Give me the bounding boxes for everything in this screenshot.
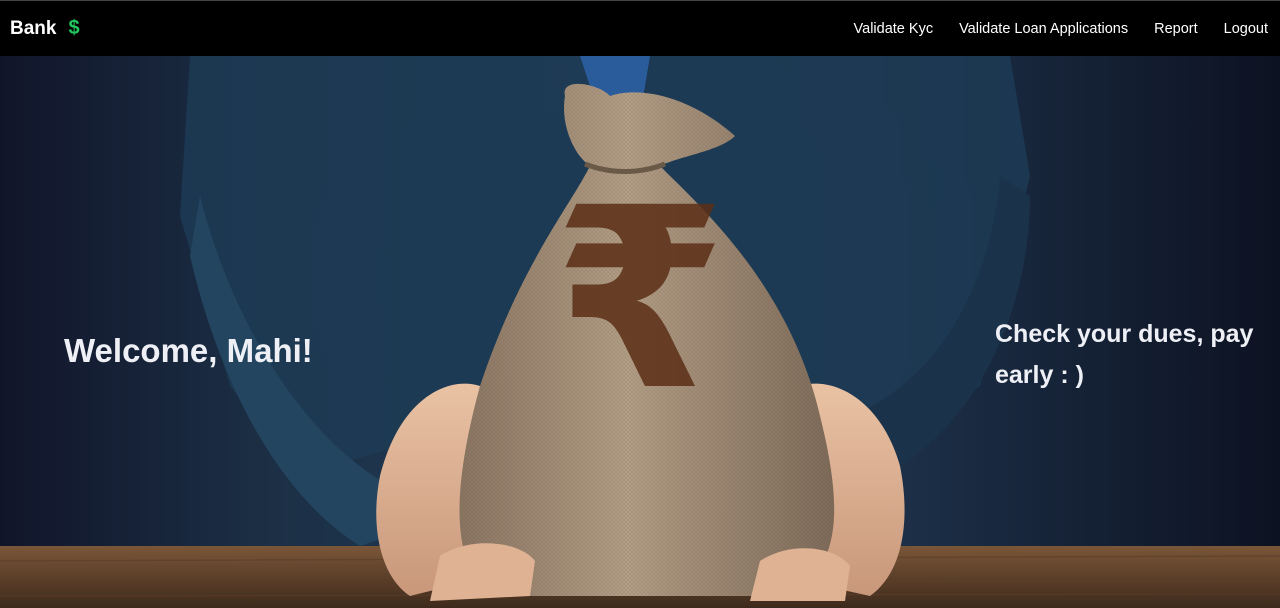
nav-validate-kyc[interactable]: Validate Kyc	[854, 21, 934, 37]
hero-banner: ₹ Welcome, Mahi! Check your dues, pay ea…	[0, 56, 1280, 608]
nav-validate-loan-applications[interactable]: Validate Loan Applications	[959, 21, 1128, 37]
rupee-icon: ₹	[553, 154, 727, 445]
nav-report[interactable]: Report	[1154, 21, 1198, 37]
dollar-icon: $	[68, 17, 80, 39]
brand-name: Bank	[10, 17, 57, 39]
nav-logout[interactable]: Logout	[1224, 21, 1268, 37]
brand-link[interactable]: Bank $	[10, 17, 80, 40]
welcome-heading: Welcome, Mahi!	[64, 332, 313, 369]
dues-tagline: Check your dues, pay early : )	[995, 320, 1254, 389]
nav-links: Validate Kyc Validate Loan Applications …	[828, 21, 1268, 37]
navbar: Bank $ Validate Kyc Validate Loan Applic…	[0, 0, 1280, 56]
